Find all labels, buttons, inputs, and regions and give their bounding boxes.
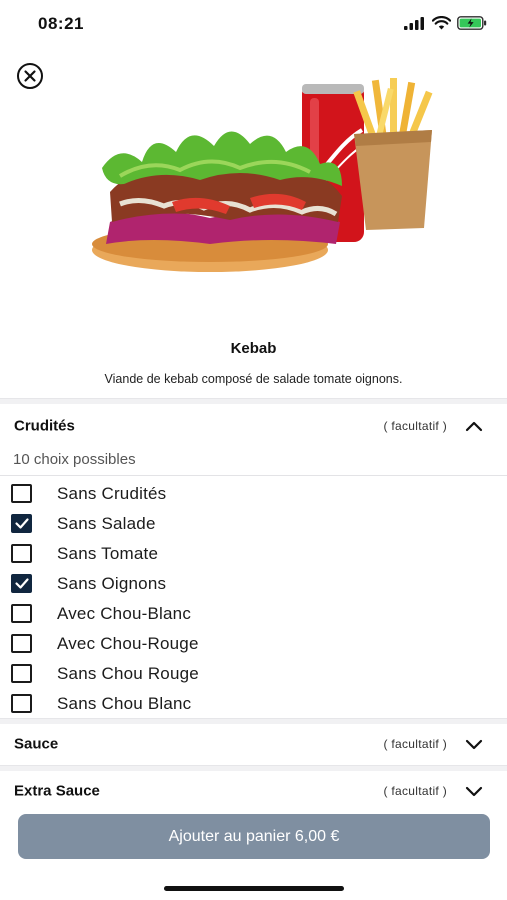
option-sans-salade[interactable]: Sans Salade <box>0 509 507 539</box>
status-bar: 08:21 <box>0 0 507 50</box>
option-sans-tomate[interactable]: Sans Tomate <box>0 539 507 569</box>
option-label: Sans Salade <box>57 514 156 533</box>
add-to-cart-button[interactable]: Ajouter au panier 6,00 € <box>18 814 490 859</box>
checkmark-icon <box>15 578 29 589</box>
checkbox[interactable] <box>11 484 32 503</box>
product-image <box>92 78 433 272</box>
checkbox[interactable] <box>11 664 32 683</box>
option-sans-chou-blanc[interactable]: Sans Chou Blanc <box>0 689 507 719</box>
chevron-up-icon[interactable] <box>465 420 483 432</box>
divider-line <box>0 475 507 476</box>
group-header-crudites[interactable]: Crudités ( facultatif ) <box>0 406 507 446</box>
chevron-down-icon[interactable] <box>465 738 483 750</box>
home-indicator[interactable] <box>164 886 344 891</box>
signal-icon <box>404 16 424 30</box>
product-description: Viande de kebab composé de salade tomate… <box>104 372 403 386</box>
option-sans-oignons[interactable]: Sans Oignons <box>0 569 507 599</box>
option-label: Sans Crudités <box>57 484 167 503</box>
option-sans-chou-rouge[interactable]: Sans Chou Rouge <box>0 659 507 689</box>
chevron-down-icon[interactable] <box>465 785 483 797</box>
group-header-sauce[interactable]: Sauce ( facultatif ) <box>0 724 507 764</box>
checkbox[interactable] <box>11 544 32 563</box>
option-label: Avec Chou-Rouge <box>57 634 199 653</box>
group-title: Crudités <box>14 417 75 435</box>
option-sans-crudites[interactable]: Sans Crudités <box>0 479 507 509</box>
section-divider <box>0 398 507 404</box>
option-avec-chou-rouge[interactable]: Avec Chou-Rouge <box>0 629 507 659</box>
fries-illustration <box>353 78 433 230</box>
option-avec-chou-blanc[interactable]: Avec Chou-Blanc <box>0 599 507 629</box>
product-title: Kebab <box>230 340 277 357</box>
close-icon[interactable] <box>16 62 44 90</box>
checkmark-icon <box>15 518 29 529</box>
kebab-illustration <box>92 131 342 272</box>
optional-label: ( facultatif ) <box>383 419 447 433</box>
optional-label: ( facultatif ) <box>383 737 447 751</box>
status-icons <box>404 16 487 30</box>
group-title: Extra Sauce <box>14 782 100 800</box>
status-time: 08:21 <box>38 14 84 33</box>
optional-label: ( facultatif ) <box>383 784 447 798</box>
option-label: Sans Chou Rouge <box>57 664 199 683</box>
checkbox-checked[interactable] <box>11 574 32 593</box>
wifi-icon <box>432 16 451 30</box>
battery-charging-icon <box>457 16 487 30</box>
checkbox[interactable] <box>11 604 32 623</box>
checkbox[interactable] <box>11 694 32 713</box>
group-title: Sauce <box>14 735 59 753</box>
group-header-extra-sauce[interactable]: Extra Sauce ( facultatif ) <box>0 771 507 811</box>
option-label: Sans Oignons <box>57 574 167 593</box>
option-label: Avec Chou-Blanc <box>57 604 192 623</box>
choice-count: 10 choix possibles <box>13 451 136 468</box>
option-label: Sans Tomate <box>57 544 159 563</box>
checkbox-checked[interactable] <box>11 514 32 533</box>
option-label: Sans Chou Blanc <box>57 694 192 713</box>
checkbox[interactable] <box>11 634 32 653</box>
